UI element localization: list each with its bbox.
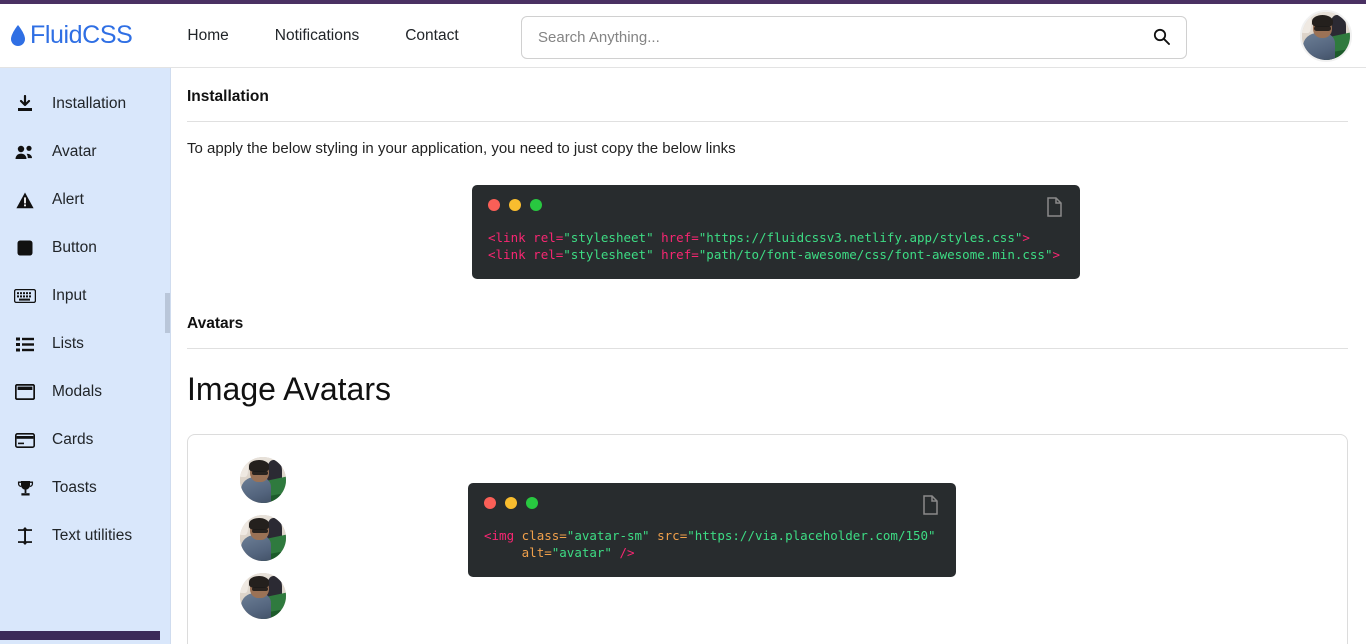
sidebar-label: Lists — [52, 335, 84, 353]
users-group-icon — [10, 144, 40, 160]
user-avatar-photo — [1302, 12, 1350, 60]
trophy-icon — [10, 480, 40, 497]
primary-nav: Home Notifications Contact — [164, 21, 481, 51]
search-icon — [1153, 28, 1170, 48]
sidebar-item-toasts[interactable]: Toasts — [0, 464, 170, 512]
close-dot-icon — [488, 199, 500, 211]
sidebar-label: Button — [52, 239, 97, 257]
sidebar-label: Alert — [52, 191, 84, 209]
avatars-heading: Avatars — [187, 315, 1348, 333]
download-icon — [10, 95, 40, 113]
list-icon — [10, 337, 40, 352]
avatar-code-column: <img class="avatar-sm" src="https://via.… — [468, 483, 956, 577]
minimize-dot-icon — [505, 497, 517, 509]
sidebar-label: Avatar — [52, 143, 97, 161]
page-layout: Installation Avatar Alert Button Input — [0, 68, 1366, 644]
sidebar-item-avatar[interactable]: Avatar — [0, 128, 170, 176]
installation-description: To apply the below styling in your appli… — [187, 140, 1348, 157]
sidebar-item-modals[interactable]: Modals — [0, 368, 170, 416]
text-height-icon — [10, 527, 40, 545]
horizontal-scrollbar[interactable] — [0, 631, 1366, 640]
copy-file-icon[interactable] — [922, 495, 940, 515]
maximize-dot-icon — [530, 199, 542, 211]
sidebar-item-installation[interactable]: Installation — [0, 80, 170, 128]
avatar-photo — [240, 457, 286, 503]
brand-name: FluidCSS — [30, 21, 132, 50]
minimize-dot-icon — [509, 199, 521, 211]
water-droplet-icon — [10, 25, 26, 47]
user-avatar[interactable] — [1300, 10, 1352, 62]
top-navbar: FluidCSS Home Notifications Contact — [0, 4, 1366, 68]
main-content: Installation To apply the below styling … — [171, 68, 1366, 644]
warning-triangle-icon — [10, 192, 40, 209]
avatar-list — [188, 457, 338, 619]
sidebar-item-button[interactable]: Button — [0, 224, 170, 272]
nav-link-contact[interactable]: Contact — [389, 21, 474, 51]
search-bar[interactable] — [521, 16, 1187, 59]
nav-link-notifications[interactable]: Notifications — [259, 21, 375, 51]
image-avatars-card: <img class="avatar-sm" src="https://via.… — [187, 434, 1348, 644]
sidebar-label: Cards — [52, 431, 93, 449]
keyboard-icon — [10, 289, 40, 303]
avatar-code-block: <img class="avatar-sm" src="https://via.… — [468, 483, 956, 577]
sidebar-item-text-utilities[interactable]: Text utilities — [0, 512, 170, 560]
installation-code-block: <link rel="stylesheet" href="https://flu… — [472, 185, 1080, 279]
copy-file-icon[interactable] — [1046, 197, 1064, 217]
avatar-photo — [240, 515, 286, 561]
window-dots — [484, 497, 940, 509]
close-dot-icon — [484, 497, 496, 509]
sidebar-item-alert[interactable]: Alert — [0, 176, 170, 224]
square-icon — [10, 240, 40, 256]
sidebar-label: Toasts — [52, 479, 97, 497]
window-icon — [10, 384, 40, 400]
installation-code-text: <link rel="stylesheet" href="https://flu… — [488, 229, 1064, 263]
sidebar-scrollbar[interactable] — [165, 293, 170, 333]
brand-logo-link[interactable]: FluidCSS — [10, 21, 132, 50]
avatar-code-text: <img class="avatar-sm" src="https://via.… — [484, 527, 940, 561]
divider — [187, 121, 1348, 122]
credit-card-icon — [10, 433, 40, 448]
sidebar-item-input[interactable]: Input — [0, 272, 170, 320]
installation-heading: Installation — [187, 88, 1348, 106]
search-input[interactable] — [536, 28, 1151, 47]
sidebar-label: Modals — [52, 383, 102, 401]
image-avatars-heading: Image Avatars — [187, 371, 1348, 408]
nav-link-home[interactable]: Home — [171, 21, 244, 51]
maximize-dot-icon — [526, 497, 538, 509]
divider — [187, 348, 1348, 349]
sidebar-label: Text utilities — [52, 527, 132, 545]
search-button[interactable] — [1151, 28, 1172, 48]
sidebar-item-lists[interactable]: Lists — [0, 320, 170, 368]
avatar-photo — [240, 573, 286, 619]
sidebar-label: Installation — [52, 95, 126, 113]
window-dots — [488, 199, 1064, 211]
sidebar-nav: Installation Avatar Alert Button Input — [0, 68, 171, 644]
sidebar-item-cards[interactable]: Cards — [0, 416, 170, 464]
sidebar-label: Input — [52, 287, 86, 305]
scrollbar-thumb[interactable] — [0, 631, 160, 640]
